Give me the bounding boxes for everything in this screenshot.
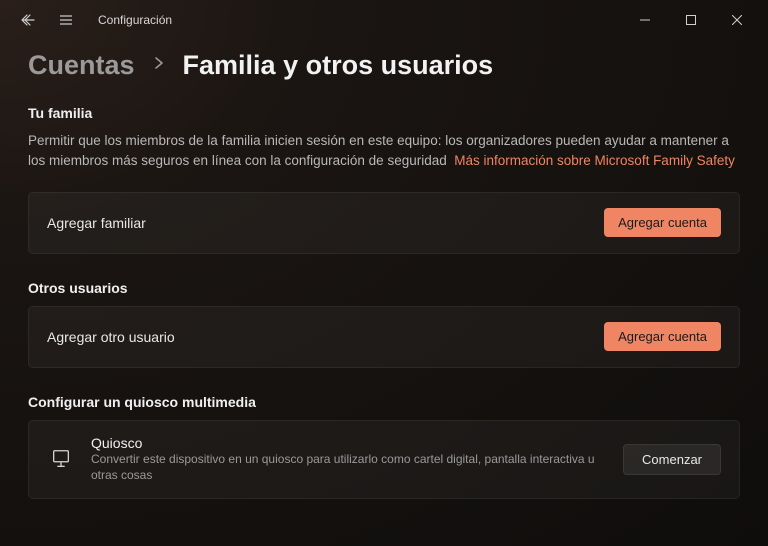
window-controls (622, 4, 760, 36)
breadcrumb-current: Familia y otros usuarios (183, 50, 494, 81)
section-title-family: Tu familia (28, 105, 740, 121)
add-family-label: Agregar familiar (47, 215, 146, 231)
minimize-button[interactable] (622, 4, 668, 36)
close-button[interactable] (714, 4, 760, 36)
chevron-right-icon (153, 54, 165, 77)
add-family-card: Agregar familiar Agregar cuenta (28, 192, 740, 254)
add-family-button[interactable]: Agregar cuenta (604, 208, 721, 237)
section-title-kiosk: Configurar un quiosco multimedia (28, 394, 740, 410)
kiosk-text: Quiosco Convertir este dispositivo en un… (91, 435, 611, 485)
section-title-others: Otros usuarios (28, 280, 740, 296)
kiosk-section: Configurar un quiosco multimedia Quiosco… (28, 394, 740, 500)
titlebar-left: Configuración (8, 8, 172, 32)
menu-button[interactable] (54, 8, 78, 32)
content: Cuentas Familia y otros usuarios Tu fami… (0, 40, 768, 499)
breadcrumb-parent[interactable]: Cuentas (28, 50, 135, 81)
back-button[interactable] (16, 8, 40, 32)
maximize-button[interactable] (668, 4, 714, 36)
kiosk-card-title: Quiosco (91, 435, 611, 451)
kiosk-card: Quiosco Convertir este dispositivo en un… (28, 420, 740, 500)
kiosk-icon (47, 445, 75, 473)
kiosk-start-button[interactable]: Comenzar (623, 444, 721, 475)
app-title: Configuración (98, 13, 172, 27)
family-safety-link[interactable]: Más información sobre Microsoft Family S… (454, 153, 735, 168)
breadcrumb: Cuentas Familia y otros usuarios (28, 50, 740, 81)
titlebar: Configuración (0, 0, 768, 40)
add-other-user-label: Agregar otro usuario (47, 329, 175, 345)
add-other-user-card: Agregar otro usuario Agregar cuenta (28, 306, 740, 368)
family-description: Permitir que los miembros de la familia … (28, 131, 740, 172)
others-section: Otros usuarios Agregar otro usuario Agre… (28, 280, 740, 368)
add-other-user-button[interactable]: Agregar cuenta (604, 322, 721, 351)
kiosk-card-body: Quiosco Convertir este dispositivo en un… (47, 435, 623, 485)
family-section: Tu familia Permitir que los miembros de … (28, 105, 740, 254)
kiosk-card-sub: Convertir este dispositivo en un quiosco… (91, 451, 611, 485)
